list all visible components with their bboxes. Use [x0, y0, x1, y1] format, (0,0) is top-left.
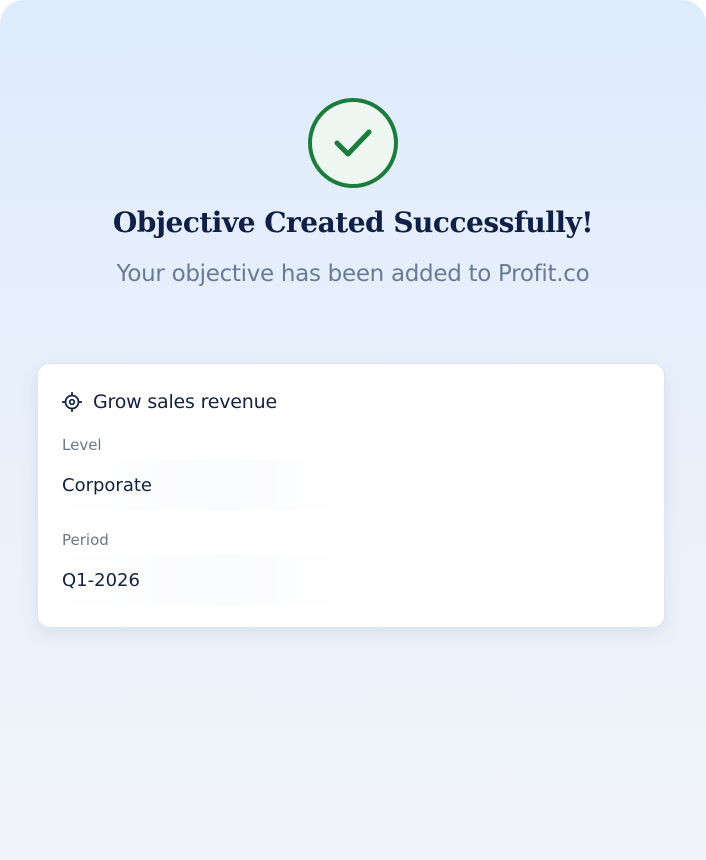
check-circle-icon: [308, 98, 398, 188]
success-title: Objective Created Successfully!: [112, 206, 594, 239]
level-value: Corporate: [54, 460, 344, 510]
target-icon: [62, 392, 82, 412]
period-label: Period: [62, 531, 109, 549]
objective-card: Grow sales revenue Level Corporate Perio…: [37, 363, 665, 628]
objective-card-header: Grow sales revenue: [62, 391, 277, 413]
level-label: Level: [62, 436, 102, 454]
success-screen: Objective Created Successfully! Your obj…: [0, 0, 706, 860]
objective-title: Grow sales revenue: [93, 391, 277, 413]
success-subtitle: Your objective has been added to Profit.…: [116, 261, 590, 287]
period-value: Q1-2026: [54, 555, 344, 605]
checkmark-icon: [334, 129, 372, 157]
